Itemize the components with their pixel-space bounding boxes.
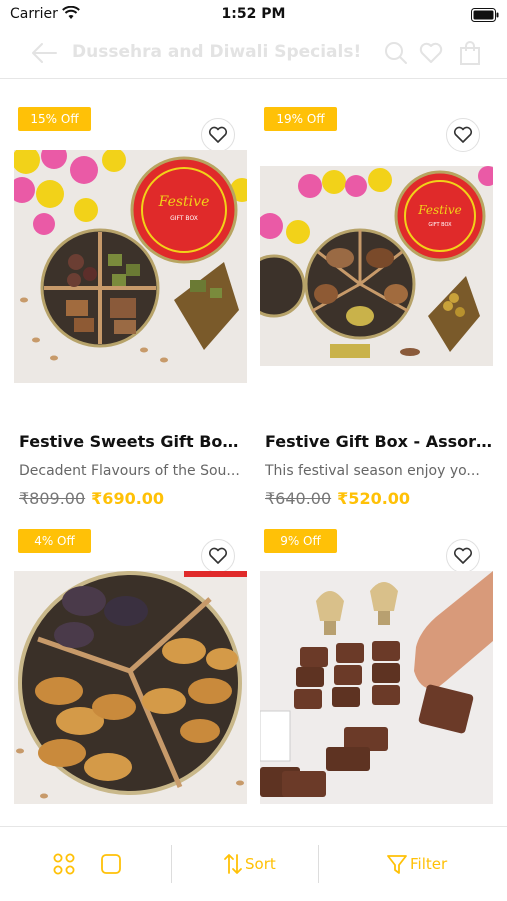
product-image[interactable]: Festive GIFT BOX — [14, 150, 247, 383]
filter-button[interactable]: Filter — [410, 855, 447, 873]
svg-text:GIFT BOX: GIFT BOX — [428, 222, 452, 228]
status-bar: Carrier 1:52 PM — [0, 0, 507, 28]
product-name[interactable]: Festive Sweets Gift Box -... — [19, 432, 247, 451]
product-card[interactable]: 19% Off Festive GIFT BOX Festive Gift Bo… — [260, 107, 493, 512]
product-image[interactable] — [14, 571, 247, 804]
product-image[interactable] — [260, 571, 493, 804]
svg-text:Festive: Festive — [417, 203, 461, 217]
discount-badge: 4% Off — [18, 529, 91, 553]
product-card[interactable]: 15% Off Festive GIFT BOX Festive Sweets … — [14, 107, 247, 512]
clock-label: 1:52 PM — [221, 6, 286, 22]
toolbar-divider — [171, 845, 172, 883]
product-price: ₹640.00 ₹520.00 — [265, 489, 410, 508]
product-description: Decadent Flavours of the Sou... — [19, 463, 240, 479]
svg-text:GIFT BOX: GIFT BOX — [170, 215, 198, 222]
sort-button[interactable]: Sort — [245, 855, 276, 873]
sale-price: ₹690.00 — [91, 489, 165, 508]
single-view-icon[interactable] — [100, 853, 122, 879]
grid-view-icon[interactable] — [53, 853, 75, 879]
heart-icon[interactable] — [201, 539, 235, 573]
nav-bar: Dussehra and Diwali Specials! — [0, 28, 507, 79]
discount-badge: 15% Off — [18, 107, 91, 131]
bottom-toolbar: Sort Filter — [0, 826, 507, 901]
search-icon[interactable] — [383, 40, 409, 66]
back-arrow-icon[interactable] — [30, 40, 58, 66]
wishlist-heart-icon[interactable] — [418, 40, 444, 66]
heart-icon[interactable] — [446, 118, 480, 152]
battery-icon — [471, 7, 499, 26]
discount-badge: 19% Off — [264, 107, 337, 131]
product-price: ₹809.00 ₹690.00 — [19, 489, 164, 508]
product-name[interactable]: Festive Gift Box - Assorte... — [265, 432, 493, 451]
heart-icon[interactable] — [446, 539, 480, 573]
page-title: Dussehra and Diwali Specials! — [72, 42, 362, 62]
filter-funnel-icon[interactable] — [386, 853, 408, 879]
product-description: This festival season enjoy yo... — [265, 463, 480, 479]
product-image[interactable]: Festive GIFT BOX — [260, 166, 493, 366]
toolbar-divider — [318, 845, 319, 883]
product-card[interactable]: 4% Off — [14, 529, 247, 805]
svg-text:Festive: Festive — [158, 194, 210, 210]
cart-bag-icon[interactable] — [457, 40, 483, 66]
discount-badge: 9% Off — [264, 529, 337, 553]
sale-price: ₹520.00 — [337, 489, 411, 508]
sort-arrows-icon[interactable] — [223, 853, 243, 879]
product-card[interactable]: 9% Off — [260, 529, 493, 805]
heart-icon[interactable] — [201, 118, 235, 152]
original-price: ₹809.00 — [19, 489, 86, 508]
original-price: ₹640.00 — [265, 489, 332, 508]
